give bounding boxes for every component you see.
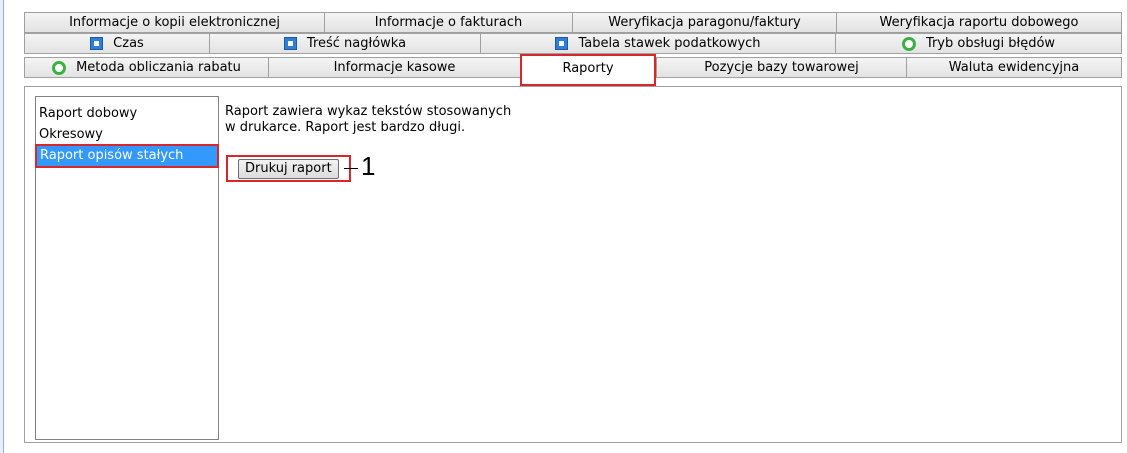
settings-window: Informacje o kopii elektronicznej Inform…	[6, 0, 1126, 453]
tab-tax-rates-table[interactable]: Tabela stawek podatkowych	[480, 33, 835, 54]
tab-error-handling-mode[interactable]: Tryb obsługi błędów	[835, 33, 1122, 54]
tab-row-3: Metoda obliczania rabatu Informacje kaso…	[24, 54, 1126, 86]
tab-row-2: Czas Treść nagłówka Tabela stawek podatk…	[24, 33, 1126, 54]
blue-square-icon	[283, 37, 297, 50]
tab-label: Treść nagłówka	[306, 36, 407, 51]
tab-label: Pozycje bazy towarowej	[704, 60, 859, 75]
tab-row-1: Informacje o kopii elektronicznej Inform…	[24, 12, 1126, 33]
blue-square-icon	[90, 37, 104, 50]
callout-number: 1	[361, 151, 376, 181]
report-list[interactable]: Raport dobowy Okresowy Raport opisów sta…	[35, 96, 219, 440]
tab-label: Informacje o fakturach	[374, 15, 523, 30]
tab-invoice-info[interactable]: Informacje o fakturach	[324, 12, 572, 33]
tab-label: Tryb obsługi błędów	[925, 36, 1056, 51]
tab-label: Informacje kasowe	[333, 60, 456, 75]
tab-label: Waluta ewidencyjna	[948, 60, 1080, 75]
tab-product-database-items[interactable]: Pozycje bazy towarowej	[656, 57, 906, 78]
report-item-periodic[interactable]: Okresowy	[36, 125, 218, 145]
tab-accounting-currency[interactable]: Waluta ewidencyjna	[906, 57, 1122, 78]
green-circle-icon	[901, 36, 916, 51]
tab-header-content[interactable]: Treść nagłówka	[209, 33, 480, 54]
tab-label: Weryfikacja paragonu/faktury	[608, 15, 801, 30]
tab-label: Weryfikacja raportu dobowego	[879, 15, 1079, 30]
tab-label: Raporty	[562, 61, 614, 76]
tab-discount-method[interactable]: Metoda obliczania rabatu	[24, 57, 268, 78]
tab-cash-register-info[interactable]: Informacje kasowe	[268, 57, 520, 78]
tab-electronic-copy-info[interactable]: Informacje o kopii elektronicznej	[24, 12, 324, 33]
report-item-fixed-descriptions[interactable]: Raport opisów stałych	[35, 144, 219, 168]
print-report-button[interactable]: Drukuj raport	[238, 158, 339, 179]
report-item-daily[interactable]: Raport dobowy	[36, 104, 218, 124]
tab-label: Tabela stawek podatkowych	[578, 36, 761, 51]
print-button-highlight: Drukuj raport	[226, 155, 351, 182]
callout-line	[344, 168, 358, 169]
tab-label: Informacje o kopii elektronicznej	[69, 15, 280, 30]
blue-square-icon	[555, 37, 569, 50]
tab-reports[interactable]: Raporty	[520, 54, 656, 86]
tab-daily-report-verification[interactable]: Weryfikacja raportu dobowego	[836, 12, 1122, 33]
tab-label: Czas	[113, 36, 144, 51]
reports-panel: Raport dobowy Okresowy Raport opisów sta…	[24, 86, 1122, 443]
tab-receipt-verification[interactable]: Weryfikacja paragonu/faktury	[572, 12, 836, 33]
report-description: Raport zawiera wykaz tekstów stosowanych…	[225, 104, 512, 135]
tab-label: Metoda obliczania rabatu	[76, 60, 241, 75]
green-circle-icon	[52, 60, 67, 75]
tab-time[interactable]: Czas	[24, 33, 209, 54]
